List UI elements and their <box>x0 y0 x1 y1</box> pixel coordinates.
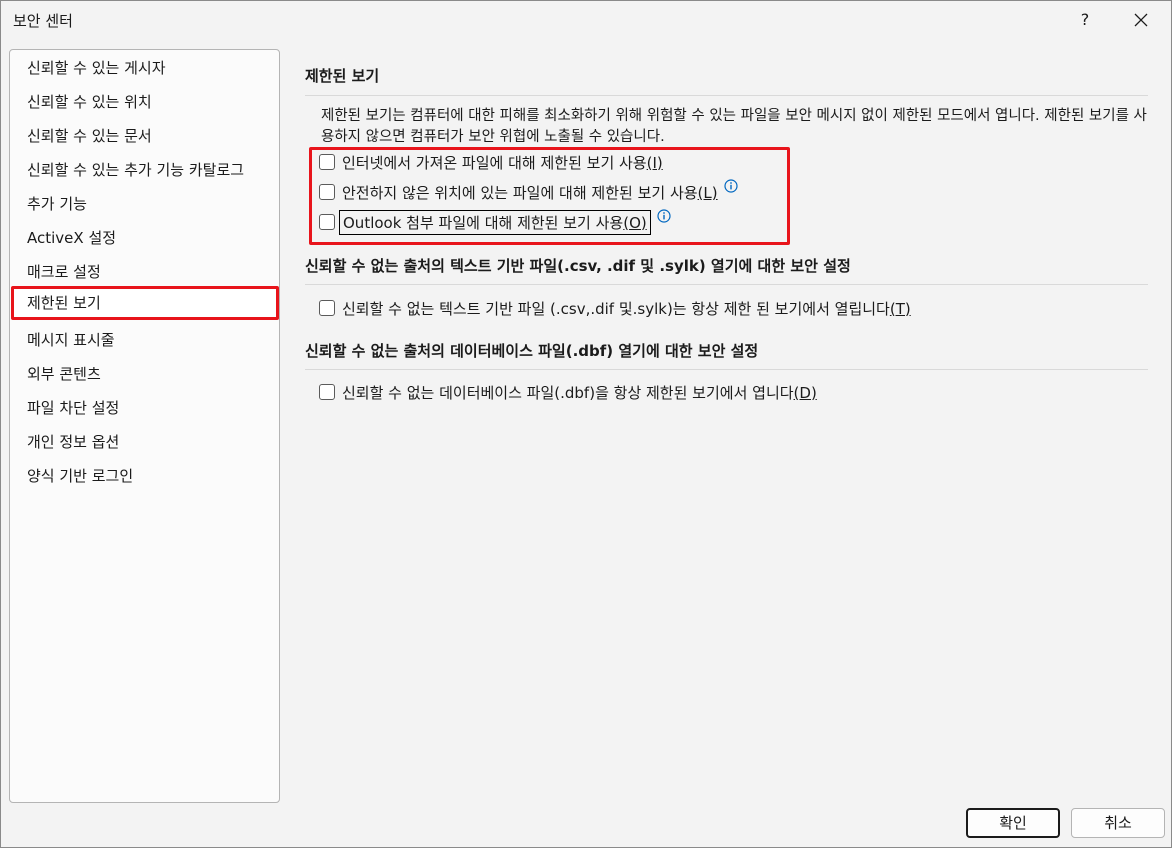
settings-panel: 제한된 보기 제한된 보기는 컴퓨터에 대한 피해를 최소화하기 위해 위험할 … <box>301 49 1151 789</box>
sidebar-item-trusted-publishers[interactable]: 신뢰할 수 있는 게시자 <box>11 51 279 85</box>
info-icon[interactable] <box>657 209 671 223</box>
outlook-attachments-checkbox[interactable] <box>319 214 335 230</box>
title-bar: 보안 센터 ? <box>1 1 1171 39</box>
sidebar-item-activex-settings[interactable]: ActiveX 설정 <box>11 221 279 255</box>
outlook-attachments-label[interactable]: Outlook 첨부 파일에 대해 제한된 보기 사용(O) <box>339 209 651 235</box>
option-outlook-attachments: Outlook 첨부 파일에 대해 제한된 보기 사용(O) <box>319 209 671 235</box>
internet-files-accel: (I) <box>646 153 663 172</box>
database-files-accel: (D) <box>793 383 817 402</box>
protected-view-title: 제한된 보기 <box>305 67 380 85</box>
unsafe-locations-label[interactable]: 안전하지 않은 위치에 있는 파일에 대해 제한된 보기 사용(L) <box>342 182 718 203</box>
text-files-text: 신뢰할 수 없는 텍스트 기반 파일 (.csv,.dif 및.sylk)는 항… <box>342 299 890 318</box>
trust-center-dialog: 보안 센터 ? 신뢰할 수 있는 게시자 신뢰할 수 있는 위치 신뢰할 수 있… <box>0 0 1172 848</box>
sidebar-item-trusted-documents[interactable]: 신뢰할 수 있는 문서 <box>11 119 279 153</box>
sidebar-item-privacy-options[interactable]: 개인 정보 옵션 <box>11 425 279 459</box>
outlook-attachments-accel: (O) <box>623 213 647 232</box>
internet-files-text: 인터넷에서 가져온 파일에 대해 제한된 보기 사용 <box>342 153 647 172</box>
option-database-files: 신뢰할 수 없는 데이터베이스 파일(.dbf)을 항상 제한된 보기에서 엽니… <box>319 379 817 405</box>
database-files-checkbox[interactable] <box>319 384 335 400</box>
category-sidebar: 신뢰할 수 있는 게시자 신뢰할 수 있는 위치 신뢰할 수 있는 문서 신뢰할… <box>9 49 280 803</box>
section-divider <box>305 369 1148 370</box>
unsafe-locations-accel: (L) <box>697 183 718 202</box>
section-divider <box>305 284 1148 285</box>
sidebar-item-addins[interactable]: 추가 기능 <box>11 187 279 221</box>
sidebar-item-trusted-addin-catalogs[interactable]: 신뢰할 수 있는 추가 기능 카탈로그 <box>11 153 279 187</box>
sidebar-item-message-bar[interactable]: 메시지 표시줄 <box>11 323 279 357</box>
database-files-section-title: 신뢰할 수 없는 출처의 데이터베이스 파일(.dbf) 열기에 대한 보안 설… <box>305 342 759 360</box>
sidebar-item-form-based-signin[interactable]: 양식 기반 로그인 <box>11 459 279 493</box>
database-files-label[interactable]: 신뢰할 수 없는 데이터베이스 파일(.dbf)을 항상 제한된 보기에서 엽니… <box>342 382 817 403</box>
sidebar-item-file-block-settings[interactable]: 파일 차단 설정 <box>11 391 279 425</box>
unsafe-locations-text: 안전하지 않은 위치에 있는 파일에 대해 제한된 보기 사용 <box>342 183 698 202</box>
database-files-text: 신뢰할 수 없는 데이터베이스 파일(.dbf)을 항상 제한된 보기에서 엽니… <box>342 383 794 402</box>
outlook-attachments-text: Outlook 첨부 파일에 대해 제한된 보기 사용 <box>343 213 624 232</box>
dialog-title: 보안 센터 <box>13 12 73 30</box>
sidebar-item-macro-settings[interactable]: 매크로 설정 <box>11 255 279 289</box>
internet-files-label[interactable]: 인터넷에서 가져온 파일에 대해 제한된 보기 사용(I) <box>342 152 663 173</box>
unsafe-locations-checkbox[interactable] <box>319 184 335 200</box>
cancel-button[interactable]: 취소 <box>1071 808 1165 838</box>
option-unsafe-locations: 안전하지 않은 위치에 있는 파일에 대해 제한된 보기 사용(L) <box>319 179 738 205</box>
section-divider <box>305 95 1148 96</box>
ok-button[interactable]: 확인 <box>966 808 1060 838</box>
option-internet-files: 인터넷에서 가져온 파일에 대해 제한된 보기 사용(I) <box>319 149 663 175</box>
sidebar-item-trusted-locations[interactable]: 신뢰할 수 있는 위치 <box>11 85 279 119</box>
text-files-section-title: 신뢰할 수 없는 출처의 텍스트 기반 파일(.csv, .dif 및 .syl… <box>305 257 851 275</box>
close-icon <box>1134 13 1148 27</box>
help-button[interactable]: ? <box>1067 7 1103 33</box>
protected-view-description: 제한된 보기는 컴퓨터에 대한 피해를 최소화하기 위해 위험할 수 있는 파일… <box>321 108 1147 145</box>
sidebar-item-external-content[interactable]: 외부 콘텐츠 <box>11 357 279 391</box>
close-button[interactable] <box>1121 7 1161 33</box>
internet-files-checkbox[interactable] <box>319 154 335 170</box>
text-files-label[interactable]: 신뢰할 수 없는 텍스트 기반 파일 (.csv,.dif 및.sylk)는 항… <box>342 298 911 319</box>
text-files-checkbox[interactable] <box>319 300 335 316</box>
sidebar-item-protected-view[interactable]: 제한된 보기 <box>11 286 279 320</box>
info-circle-icon <box>657 209 671 223</box>
text-files-accel: (T) <box>889 299 911 318</box>
info-circle-icon <box>724 179 738 193</box>
option-text-files: 신뢰할 수 없는 텍스트 기반 파일 (.csv,.dif 및.sylk)는 항… <box>319 295 911 321</box>
info-icon[interactable] <box>724 179 738 193</box>
